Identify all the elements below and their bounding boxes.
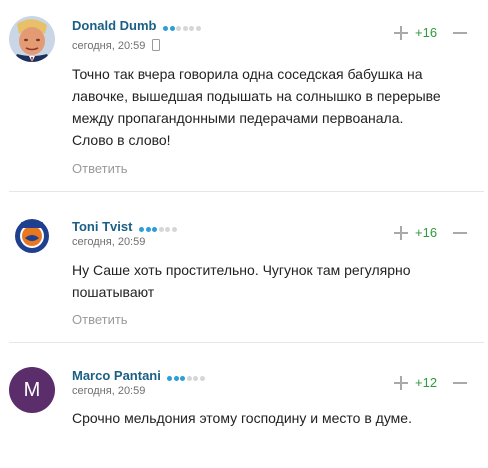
avatar-letter: M (23, 378, 41, 401)
mobile-phone-icon (152, 39, 161, 51)
comment-text: Срочно мельдония этому господину и место… (72, 410, 412, 426)
downvote-icon[interactable] (453, 232, 467, 234)
downvote-icon[interactable] (453, 32, 467, 34)
upvote-icon[interactable] (394, 376, 408, 390)
comment-text: Ну Саше хоть простительно. Чугунок там р… (72, 262, 411, 300)
user-rating-dots (139, 220, 178, 235)
avatar[interactable] (9, 16, 55, 62)
reply-button[interactable]: Ответить (72, 312, 128, 327)
comment-text: Точно так вчера говорила одна соседская … (72, 66, 441, 148)
author-name[interactable]: Toni Tvist (72, 219, 132, 234)
divider (9, 342, 484, 343)
upvote-icon[interactable] (394, 226, 408, 240)
comment-time: сегодня, 20:59 (72, 385, 146, 397)
downvote-icon[interactable] (453, 382, 467, 384)
comment-score: +12 (415, 375, 438, 390)
upvote-icon[interactable] (394, 26, 408, 40)
comment-time: сегодня, 20:59 (72, 236, 146, 248)
divider (9, 191, 484, 192)
avatar[interactable]: M (9, 367, 55, 413)
user-rating-dots (163, 19, 202, 34)
avatar[interactable] (9, 212, 55, 258)
comment-score: +16 (415, 225, 438, 240)
author-name[interactable]: Marco Pantani (72, 368, 161, 383)
user-rating-dots (167, 369, 206, 384)
reply-button[interactable]: Ответить (72, 161, 128, 176)
comment-score: +16 (415, 25, 438, 40)
comment-time: сегодня, 20:59 (72, 40, 146, 52)
author-name[interactable]: Donald Dumb (72, 18, 157, 33)
